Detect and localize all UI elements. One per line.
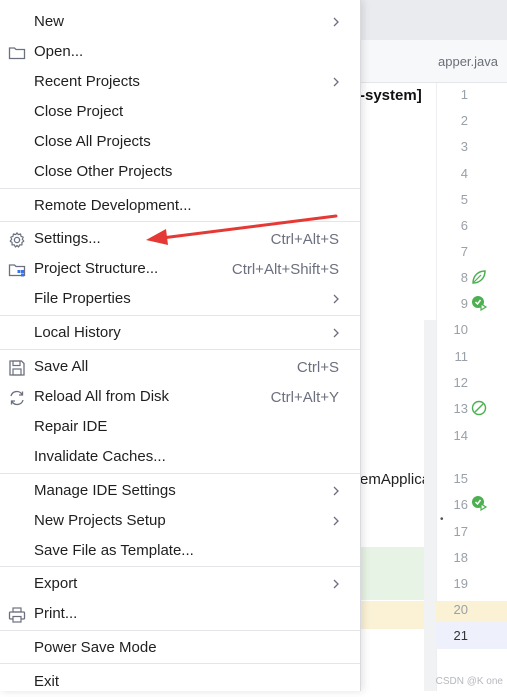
menu-item-manage-ide-settings[interactable]: Manage IDE Settings — [0, 476, 360, 506]
folder-icon — [8, 47, 26, 60]
shortcut-label: Ctrl+Alt+Shift+S — [231, 261, 339, 278]
menu-item-close-project[interactable]: Close Project — [0, 97, 360, 127]
line-number: 1 — [460, 87, 468, 102]
menu-item-label: Close All Projects — [34, 133, 151, 150]
menu-item-label: Recent Projects — [34, 73, 140, 90]
line-number: 9 — [460, 296, 468, 311]
menu-item-label: Print... — [34, 605, 78, 622]
menu-separator — [0, 315, 360, 316]
menu-item-label: Repair IDE — [34, 418, 108, 435]
menu-item-label: Reload All from Disk — [34, 388, 170, 405]
printer-icon — [8, 607, 26, 623]
spring-leaf-icon[interactable] — [471, 269, 487, 285]
gutter-dot: • — [440, 514, 444, 525]
menu-item-label: Open... — [34, 43, 84, 60]
file-menu: New Open... Recent Projects Close Projec… — [0, 0, 361, 691]
menu-item-label: Close Other Projects — [34, 163, 173, 180]
menu-item-label: Export — [34, 575, 78, 592]
menu-item-label: Save All — [34, 358, 89, 375]
menu-item-close-all-projects[interactable]: Close All Projects — [0, 127, 360, 157]
menu-item-label: Project Structure... — [34, 260, 159, 277]
chevron-right-icon — [333, 17, 339, 27]
line-number: 13 — [453, 401, 468, 416]
line-number: 14 — [453, 428, 468, 443]
menu-item-recent-projects[interactable]: Recent Projects — [0, 67, 360, 97]
line-number: 3 — [460, 139, 468, 154]
line-number: 15 — [453, 471, 468, 486]
editor-scrollbar[interactable] — [424, 320, 436, 691]
menu-item-label: Close Project — [34, 103, 124, 120]
menu-item-label: Power Save Mode — [34, 639, 157, 656]
menu-item-label: Exit — [34, 673, 60, 690]
line-number: 10 — [453, 322, 468, 337]
line-number: 11 — [454, 349, 469, 364]
menu-item-new-projects-setup[interactable]: New Projects Setup — [0, 506, 360, 536]
chevron-right-icon — [333, 486, 339, 496]
menu-item-reload-all[interactable]: Reload All from Disk Ctrl+Alt+Y — [0, 382, 360, 412]
line-number: 8 — [460, 270, 468, 285]
menu-item-save-as-template[interactable]: Save File as Template... — [0, 536, 360, 566]
chevron-right-icon — [333, 516, 339, 526]
editor-tab[interactable]: apper.java — [438, 54, 498, 69]
menu-item-label: Local History — [34, 324, 121, 341]
watermark: CSDN @K one — [435, 676, 503, 687]
chevron-right-icon — [333, 294, 339, 304]
run-icon[interactable] — [471, 295, 487, 311]
menu-separator — [0, 188, 360, 189]
line-number: 20 — [453, 602, 468, 617]
menu-item-project-structure[interactable]: Project Structure... Ctrl+Alt+Shift+S — [0, 254, 360, 284]
menu-item-label: File Properties — [34, 290, 131, 307]
line-number: 4 — [460, 166, 468, 181]
menu-item-close-other-projects[interactable]: Close Other Projects — [0, 157, 360, 187]
menu-item-label: Settings... — [34, 230, 101, 247]
gear-icon — [9, 232, 25, 248]
menu-item-label: New Projects Setup — [34, 512, 166, 529]
menu-separator — [0, 630, 360, 631]
menu-item-save-all[interactable]: Save All Ctrl+S — [0, 352, 360, 382]
menu-separator — [0, 349, 360, 350]
line-number: 2 — [460, 113, 468, 128]
project-tree-fragment: -system] — [360, 87, 422, 104]
menu-item-label: Save File as Template... — [34, 542, 194, 559]
line-number: 19 — [453, 576, 468, 591]
menu-item-file-properties[interactable]: File Properties — [0, 284, 360, 314]
menu-item-local-history[interactable]: Local History — [0, 318, 360, 348]
menu-item-invalidate-caches[interactable]: Invalidate Caches... — [0, 442, 360, 472]
menu-item-power-save-mode[interactable]: Power Save Mode — [0, 633, 360, 663]
line-number: 12 — [453, 375, 468, 390]
line-number: 7 — [460, 244, 468, 259]
chevron-right-icon — [333, 579, 339, 589]
menu-item-new[interactable]: New — [0, 7, 360, 37]
line-number: 17 — [453, 524, 468, 539]
chevron-right-icon — [333, 77, 339, 87]
shortcut-label: Ctrl+S — [296, 359, 339, 376]
menu-separator — [0, 663, 360, 664]
line-number: 6 — [460, 218, 468, 233]
menu-item-print[interactable]: Print... — [0, 599, 360, 629]
annotation-arrow-icon — [146, 214, 338, 245]
editor-text-fragment: emApplica — [360, 471, 431, 488]
line-number: 18 — [453, 550, 468, 565]
menu-item-repair-ide[interactable]: Repair IDE — [0, 412, 360, 442]
run-icon[interactable] — [471, 495, 487, 511]
line-number: 21 — [453, 628, 468, 643]
project-structure-icon — [8, 264, 26, 277]
menu-item-label: Manage IDE Settings — [34, 482, 176, 499]
menu-item-label: New — [34, 13, 65, 30]
menu-separator — [0, 473, 360, 474]
menu-item-export[interactable]: Export — [0, 569, 360, 599]
menu-item-label: Invalidate Caches... — [34, 448, 166, 465]
spring-bean-icon[interactable] — [471, 400, 487, 416]
chevron-right-icon — [333, 328, 339, 338]
save-icon — [9, 360, 25, 376]
shortcut-label: Ctrl+Alt+Y — [270, 389, 339, 406]
menu-separator — [0, 566, 360, 567]
line-number: 16 — [453, 497, 468, 512]
line-number: 5 — [460, 192, 468, 207]
menu-item-exit[interactable]: Exit — [0, 667, 360, 697]
menu-item-open[interactable]: Open... — [0, 37, 360, 67]
reload-icon — [10, 390, 24, 406]
